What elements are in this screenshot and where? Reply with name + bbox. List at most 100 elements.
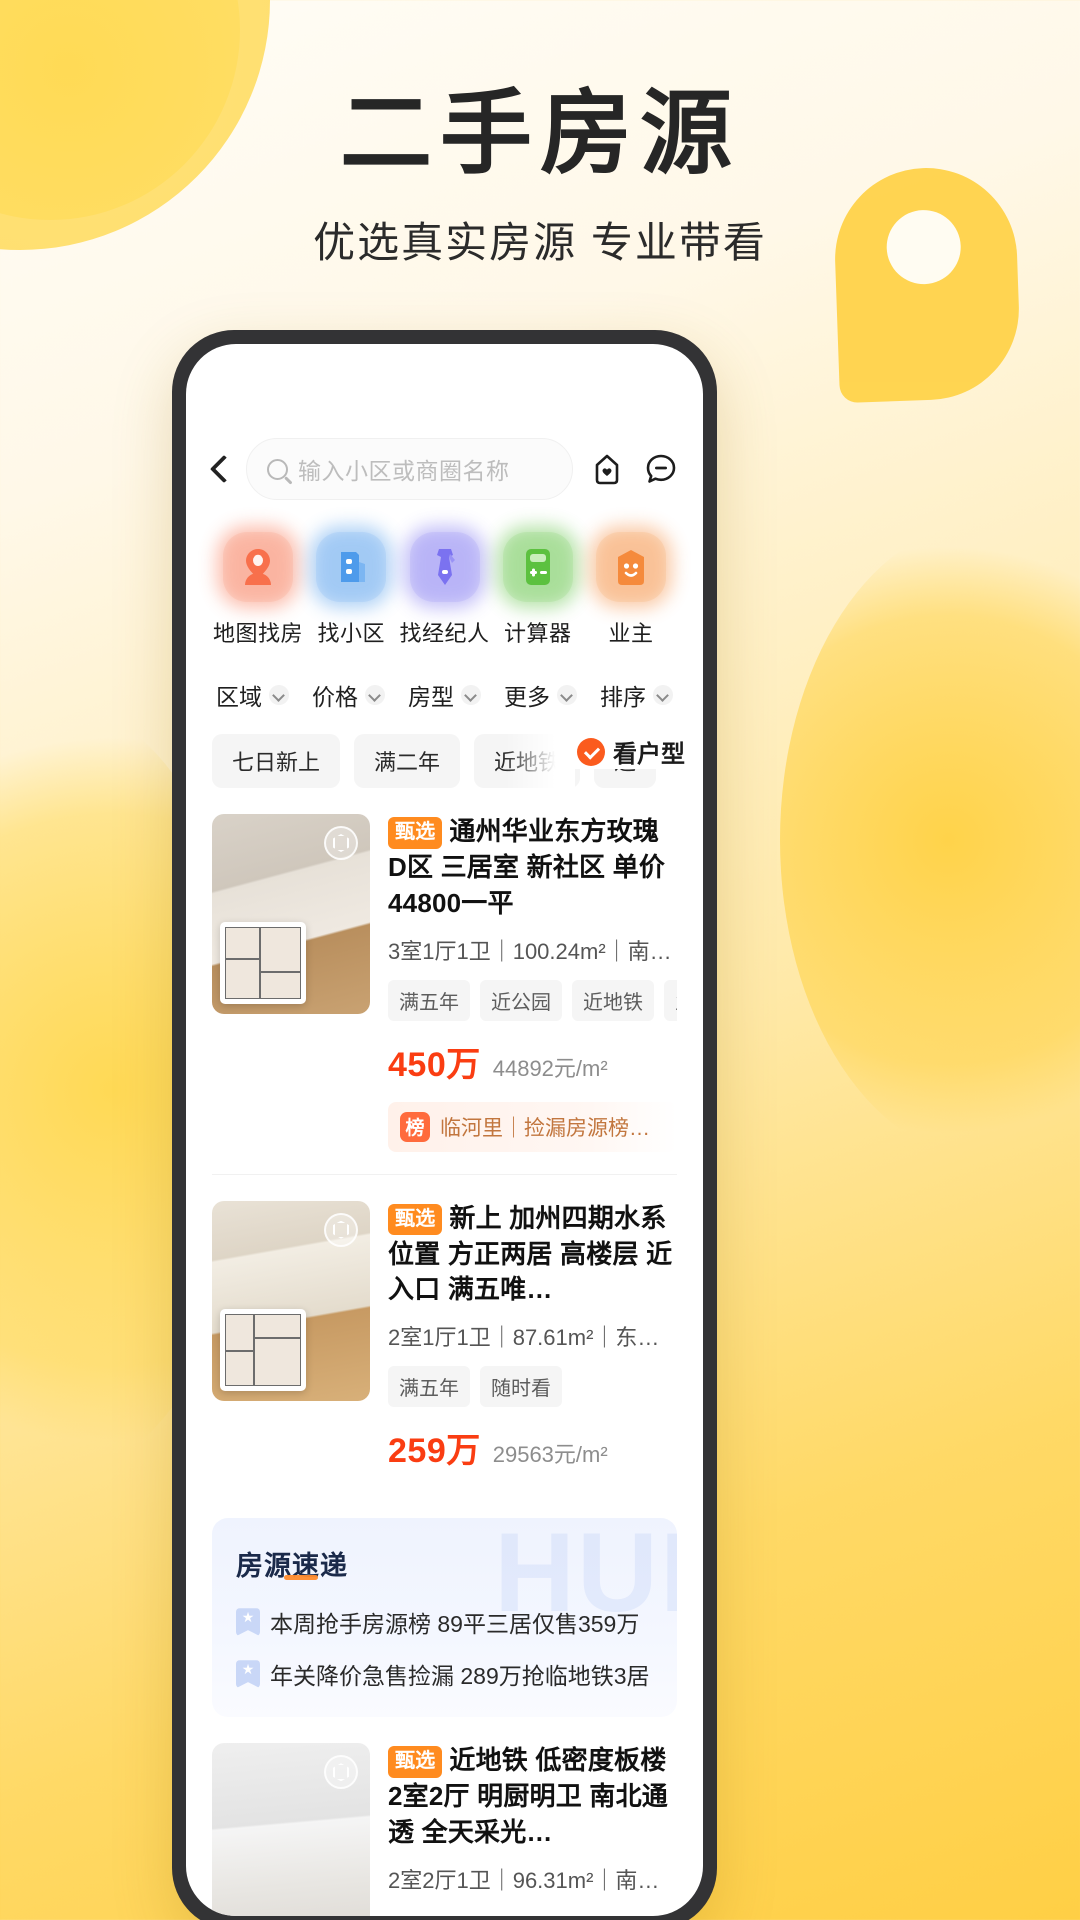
badge-selected: 甄选 — [388, 817, 443, 849]
sidebar-item-calculator[interactable]: 计算器 — [492, 526, 584, 648]
nav-label: 业主 — [608, 621, 654, 646]
express-item[interactable]: 年关降价急售捡漏 289万抢临地铁3居 — [236, 1657, 650, 1691]
listing-title: 甄选 近地铁 低密度板楼 2室2厅 明厨明卫 南北通透 全天采光… — [388, 1743, 677, 1851]
chevron-down-icon — [461, 685, 481, 705]
search-icon — [267, 458, 288, 480]
chat-icon[interactable] — [641, 449, 681, 489]
vr-icon — [324, 1212, 358, 1247]
express-title: 房源速递 — [236, 1544, 348, 1583]
listing-unit-price: 29563元/m² — [492, 1442, 608, 1468]
listing-tags: 满五年 近公园 近地铁 业主自荐 … — [388, 979, 677, 1021]
listing-card[interactable]: 甄选 通州华业东方玫瑰D区 三居室 新社区 单价44800一平 3室1厅1卫｜10… — [212, 788, 677, 1175]
badge-selected: 甄选 — [388, 1746, 443, 1778]
quick-filter-chips: 七日新上 满二年 近地铁 近 看户型 — [186, 712, 703, 788]
listing-tag: 随时看 — [480, 1366, 562, 1408]
poster-headline-group: 二手房源 优选真实房源 专业带看 — [0, 86, 1080, 270]
express-rows: 本周抢手房源榜 89平三居仅售359万 春天购 年关降价急售捡漏 289万抢临地… — [236, 1605, 653, 1691]
express-row: 本周抢手房源榜 89平三居仅售359万 春天购 — [236, 1605, 653, 1639]
listing-express-panel: 房源速递 本周抢手房源榜 89平三居仅售359万 春天购 年关降价急售捡漏 28… — [212, 1518, 677, 1718]
filter-label: 价格 — [312, 684, 358, 710]
listing-thumbnail[interactable] — [212, 1200, 370, 1401]
building-icon — [310, 526, 393, 608]
listing-tag: 近地铁 — [572, 979, 654, 1021]
calculator-icon — [496, 526, 579, 608]
listing-tags: 满五年 随时看 — [388, 1366, 677, 1408]
quick-nav: 地图找房 找小区 找经纪人 计算器 业主 — [186, 516, 703, 648]
listing-thumbnail[interactable] — [212, 1743, 370, 1916]
listing-tag: 满五年 — [388, 979, 470, 1021]
search-input[interactable]: 输入小区或商圈名称 — [246, 438, 573, 500]
bookmark-icon — [236, 1608, 260, 1637]
listing-unit-price: 44892元/m² — [492, 1055, 608, 1081]
listing-title: 甄选 新上 加州四期水系位置 方正两居 高楼层 近入口 满五唯… — [388, 1201, 677, 1309]
listing-thumbnail[interactable] — [212, 814, 370, 1014]
filter-sort[interactable]: 排序 — [600, 678, 673, 712]
rank-badge-icon: 榜 — [400, 1111, 430, 1142]
filter-more[interactable]: 更多 — [504, 678, 577, 712]
listing-info: 甄选 新上 加州四期水系位置 方正两居 高楼层 近入口 满五唯… 2室1厅1卫｜8… — [388, 1201, 677, 1473]
rank-text: 临河里｜捡漏房源榜第19名 — [440, 1116, 665, 1140]
chip-new-seven-days[interactable]: 七日新上 — [212, 734, 341, 788]
express-item[interactable]: 本周抢手房源榜 89平三居仅售359万 — [236, 1605, 639, 1639]
chevron-down-icon — [365, 685, 385, 705]
search-placeholder: 输入小区或商圈名称 — [298, 458, 510, 484]
filter-region[interactable]: 区域 — [216, 678, 289, 712]
listing-info: 甄选 通州华业东方玫瑰D区 三居室 新社区 单价44800一平 3室1厅1卫｜10… — [388, 814, 677, 1152]
listing-total-price: 259万 — [388, 1432, 481, 1471]
filter-roomtype[interactable]: 房型 — [408, 678, 481, 712]
sidebar-item-find-agent[interactable]: 找经纪人 — [399, 526, 491, 648]
see-floorplan-label: 看户型 — [613, 741, 685, 768]
nav-label: 找小区 — [317, 621, 385, 646]
chevron-left-icon[interactable] — [206, 452, 232, 486]
badge-selected: 甄选 — [388, 1203, 443, 1236]
chip-two-years[interactable]: 满二年 — [354, 734, 461, 788]
filter-label: 房型 — [408, 684, 454, 710]
filter-label: 更多 — [504, 684, 550, 710]
chip-near-subway[interactable]: 近地铁 — [474, 734, 581, 788]
smiley-house-icon — [590, 526, 672, 608]
filter-label: 排序 — [600, 684, 646, 710]
sidebar-item-owner[interactable]: 业主 — [585, 526, 677, 648]
listing-meta: 3室1厅1卫｜100.24m²｜南北｜华业东方... — [388, 938, 677, 964]
house-heart-icon[interactable] — [587, 449, 627, 489]
listing-total-price: 450万 — [388, 1045, 481, 1084]
page-title: 二手房源 — [339, 83, 740, 185]
listing-tag: 满五年 — [388, 1366, 470, 1408]
bookmark-icon — [236, 1660, 260, 1689]
listing-rank-banner[interactable]: 榜 临河里｜捡漏房源榜第19名 — [388, 1101, 677, 1152]
listing-card[interactable]: 甄选 新上 加州四期水系位置 方正两居 高楼层 近入口 满五唯… 2室1厅1卫｜8… — [212, 1175, 677, 1495]
listing-meta: 2室1厅1卫｜87.61m²｜东北｜加州水郡西区... — [388, 1325, 677, 1351]
check-icon — [577, 737, 605, 766]
express-row: 年关降价急售捡漏 289万抢临地铁3居 两周急 — [236, 1657, 653, 1691]
listing-title: 甄选 通州华业东方玫瑰D区 三居室 新社区 单价44800一平 — [388, 814, 677, 922]
listing-card[interactable]: 甄选 近地铁 低密度板楼 2室2厅 明厨明卫 南北通透 全天采光… 2室2厅1卫｜… — [212, 1717, 677, 1916]
see-floorplan-toggle[interactable]: 看户型 — [571, 734, 685, 769]
filter-bar: 区域 价格 房型 更多 排序 — [186, 648, 703, 712]
sidebar-item-map-search[interactable]: 地图找房 — [212, 526, 304, 648]
chevron-down-icon — [269, 685, 289, 705]
vr-icon — [324, 826, 358, 860]
page-subtitle: 优选真实房源 专业带看 — [313, 218, 767, 266]
sidebar-item-find-community[interactable]: 找小区 — [305, 526, 397, 648]
filter-label: 区域 — [216, 684, 262, 710]
floorplan-thumbnail — [220, 922, 306, 1004]
floorplan-thumbnail — [220, 1308, 306, 1391]
nav-label: 计算器 — [503, 621, 572, 646]
filter-price[interactable]: 价格 — [312, 678, 385, 712]
phone-screen: 输入小区或商圈名称 地图找房 找小区 找经纪人 计算器 业主 区域 价格 房型 … — [186, 344, 703, 1916]
listing-list: 甄选 通州华业东方玫瑰D区 三居室 新社区 单价44800一平 3室1厅1卫｜10… — [186, 788, 703, 1494]
phone-mockup: 输入小区或商圈名称 地图找房 找小区 找经纪人 计算器 业主 区域 价格 房型 … — [172, 330, 717, 1920]
vr-icon — [324, 1755, 358, 1790]
listing-price-line: 450万 44892元/m² — [388, 1037, 677, 1086]
nav-label: 找经纪人 — [399, 621, 490, 646]
map-pin-icon — [217, 526, 299, 608]
listing-tag: 业主自荐 — [664, 979, 677, 1021]
listing-price-line: 259万 29563元/m² — [388, 1423, 677, 1472]
chevron-down-icon — [653, 685, 673, 705]
chevron-down-icon — [557, 685, 577, 705]
necktie-icon — [403, 526, 486, 608]
express-item-text: 年关降价急售捡漏 289万抢临地铁3居 — [270, 1663, 650, 1690]
listing-meta: 2室2厅1卫｜96.31m²｜南北｜DBC加州小... — [388, 1867, 677, 1893]
express-item-text: 本周抢手房源榜 89平三居仅售359万 — [270, 1611, 640, 1638]
listing-list-bottom: 甄选 近地铁 低密度板楼 2室2厅 明厨明卫 南北通透 全天采光… 2室2厅1卫｜… — [186, 1717, 703, 1916]
